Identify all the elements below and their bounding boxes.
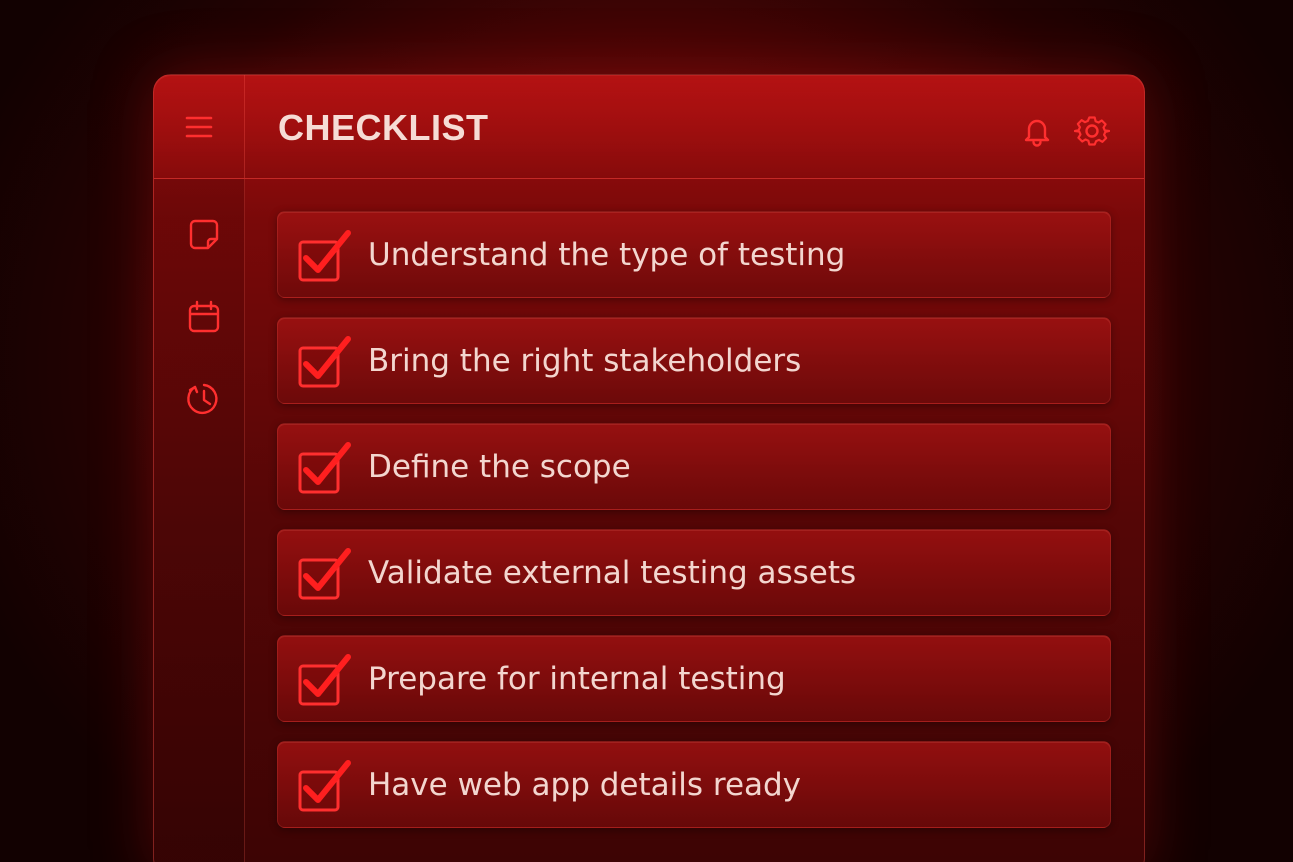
checkbox-checked-icon[interactable]	[298, 548, 354, 600]
header-actions	[1022, 113, 1110, 149]
bell-icon	[1024, 119, 1050, 147]
checklist-item[interactable]: Bring the right stakeholders	[277, 317, 1111, 404]
checklist-item-label: Prepare for internal testing	[368, 660, 786, 697]
checklist-item-label: Validate external testing assets	[368, 554, 857, 591]
app-background: CHECKLIST Understand the type of testing…	[0, 0, 1293, 862]
checklist-item-label: Understand the type of testing	[368, 236, 846, 273]
checkbox-checked-icon[interactable]	[298, 442, 354, 494]
note-icon	[189, 219, 219, 250]
sidebar-item-notes[interactable]	[184, 215, 224, 255]
checklist: Understand the type of testing Bring the…	[277, 211, 1111, 847]
checklist-item-label: Have web app details ready	[368, 766, 802, 803]
checklist-item[interactable]: Have web app details ready	[277, 741, 1111, 828]
page-title: CHECKLIST	[278, 107, 489, 148]
checklist-item-label: Bring the right stakeholders	[368, 342, 802, 379]
checkbox-checked-icon[interactable]	[298, 230, 354, 282]
settings-button[interactable]	[1074, 113, 1110, 149]
hamburger-menu-icon	[185, 116, 213, 137]
checklist-window: CHECKLIST Understand the type of testing…	[153, 74, 1145, 862]
checklist-item[interactable]: Prepare for internal testing	[277, 635, 1111, 722]
calendar-icon	[188, 300, 220, 333]
checklist-item-label: Define the scope	[368, 448, 631, 485]
sidebar-item-history[interactable]	[184, 379, 224, 419]
clock-icon	[187, 383, 218, 415]
checkbox-checked-icon[interactable]	[298, 654, 354, 706]
sidebar	[154, 179, 245, 862]
notifications-button[interactable]	[1022, 115, 1052, 147]
checkbox-checked-icon[interactable]	[298, 760, 354, 812]
app-header: CHECKLIST	[154, 75, 1144, 179]
checklist-item[interactable]: Understand the type of testing	[277, 211, 1111, 298]
menu-button[interactable]	[154, 75, 245, 178]
gear-icon	[1074, 116, 1110, 146]
sidebar-item-calendar[interactable]	[184, 297, 224, 337]
checkbox-checked-icon[interactable]	[298, 336, 354, 388]
checklist-item[interactable]: Define the scope	[277, 423, 1111, 510]
checklist-item[interactable]: Validate external testing assets	[277, 529, 1111, 616]
